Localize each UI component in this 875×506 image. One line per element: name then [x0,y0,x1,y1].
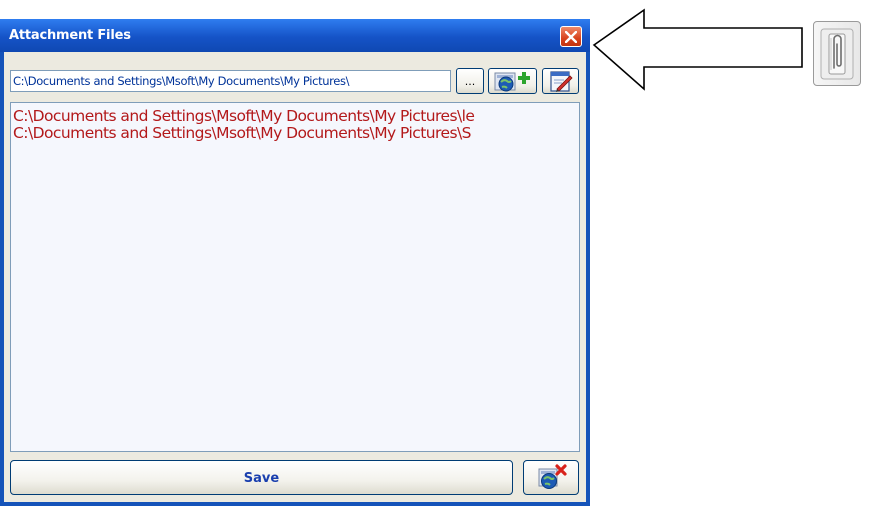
dialog-body: C:\Documents and Settings\Msoft\My Docum… [4,52,586,502]
attachment-files-dialog: Attachment Files C:\Documents and Settin… [0,19,590,506]
browse-button[interactable]: ... [456,68,484,94]
screen: Attachment Files C:\Documents and Settin… [0,0,875,506]
edit-attachment-button[interactable] [542,68,579,94]
add-attachment-button[interactable] [488,68,537,94]
edit-document-icon [550,71,573,92]
path-input[interactable]: C:\Documents and Settings\Msoft\My Docum… [10,70,451,92]
pointer-arrow [592,8,803,91]
save-label: Save [243,471,280,486]
list-item[interactable]: C:\Documents and Settings\Msoft\My Docum… [11,125,579,142]
close-button[interactable] [560,26,582,47]
save-button[interactable]: Save [10,460,513,495]
attachment-file-list[interactable]: C:\Documents and Settings\Msoft\My Docum… [10,102,580,452]
paperclip-icon [820,28,854,80]
globe-add-icon [494,72,530,92]
attachment-toolbar-button[interactable] [813,21,861,86]
list-item[interactable]: C:\Documents and Settings\Msoft\My Docum… [11,108,579,125]
title-bar[interactable]: Attachment Files [0,19,590,52]
path-value: C:\Documents and Settings\Msoft\My Docum… [13,74,350,88]
browse-label: ... [464,75,476,88]
globe-remove-icon [538,464,567,489]
remove-attachment-button[interactable] [523,460,579,495]
close-icon [565,31,577,43]
window-title: Attachment Files [9,28,131,43]
